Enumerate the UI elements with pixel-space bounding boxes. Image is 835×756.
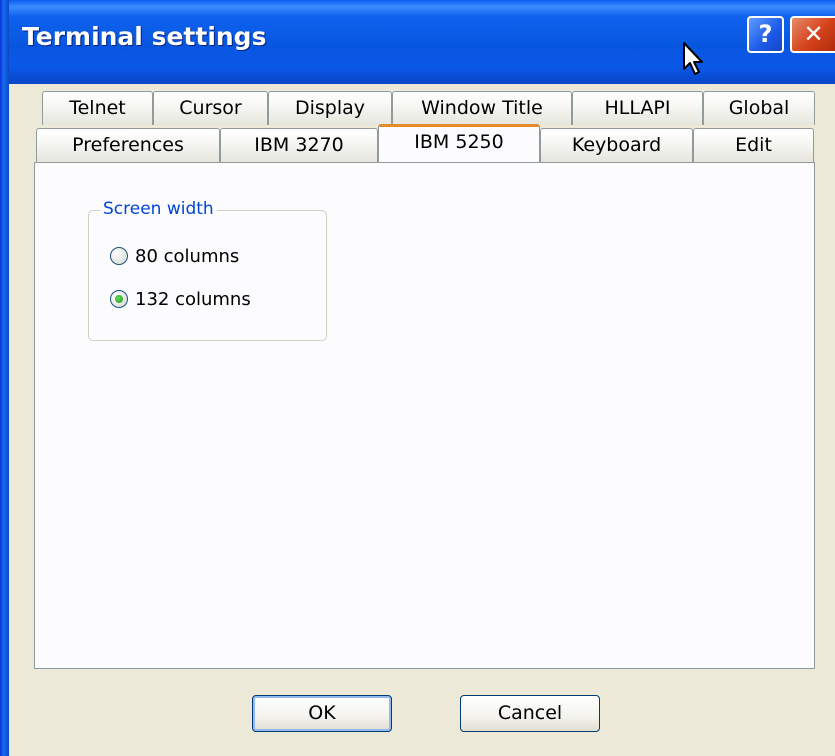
- radio-132-columns-label[interactable]: 132 columns: [135, 289, 251, 310]
- help-button[interactable]: ?: [747, 16, 784, 53]
- cancel-button[interactable]: Cancel: [460, 695, 600, 732]
- radio-checked-icon[interactable]: [110, 290, 128, 308]
- tab-keyboard[interactable]: Keyboard: [540, 128, 693, 162]
- ok-button[interactable]: OK: [252, 695, 392, 732]
- screen-width-group-label: Screen width: [100, 199, 217, 219]
- radio-unchecked-icon[interactable]: [110, 247, 128, 265]
- tab-preferences[interactable]: Preferences: [36, 128, 220, 162]
- tab-global[interactable]: Global: [703, 91, 815, 125]
- tab-display[interactable]: Display: [268, 91, 392, 125]
- tab-ibm-5250[interactable]: IBM 5250: [378, 124, 540, 162]
- tab-cursor[interactable]: Cursor: [153, 91, 268, 125]
- mouse-cursor-icon: [683, 42, 703, 75]
- tab-edit[interactable]: Edit: [693, 128, 814, 162]
- title-bar[interactable]: Terminal settings ? ✕: [0, 0, 835, 84]
- tab-window-title[interactable]: Window Title: [392, 91, 572, 125]
- close-button[interactable]: ✕: [790, 16, 835, 53]
- radio-80-columns-label[interactable]: 80 columns: [135, 246, 239, 267]
- radio-132-columns[interactable]: 132 columns: [110, 286, 251, 312]
- radio-80-columns[interactable]: 80 columns: [110, 243, 239, 269]
- radio-selected-dot: [115, 295, 123, 303]
- window-left-border: [0, 0, 9, 756]
- terminal-settings-dialog: Terminal settings ? ✕ Telnet Cursor Disp…: [0, 0, 835, 756]
- dialog-title: Terminal settings: [22, 22, 267, 51]
- tab-hllapi[interactable]: HLLAPI: [572, 91, 703, 125]
- tab-telnet[interactable]: Telnet: [42, 91, 153, 125]
- screen-width-groupbox: [88, 210, 327, 341]
- tab-ibm-3270[interactable]: IBM 3270: [220, 128, 378, 162]
